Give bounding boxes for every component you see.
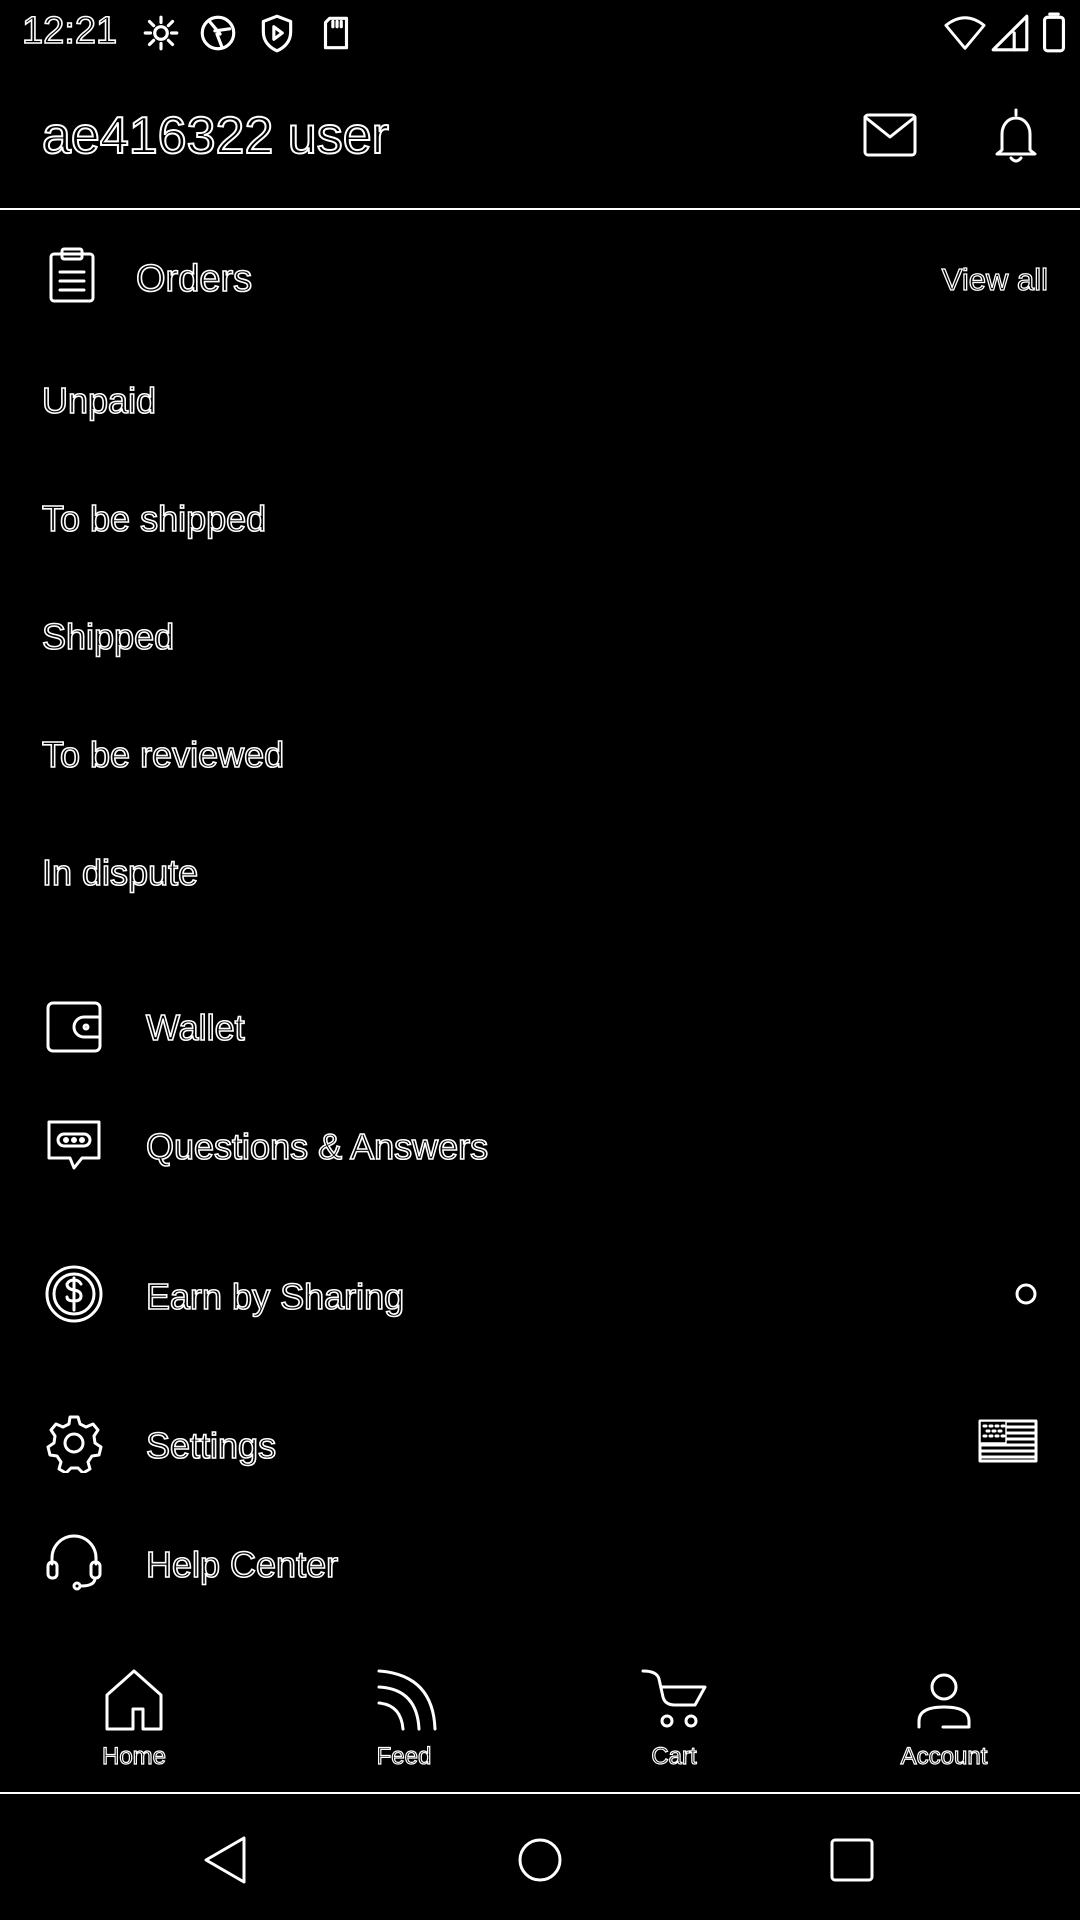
wallet-icon: [46, 1001, 102, 1053]
nav-home[interactable]: Home: [34, 1665, 234, 1785]
nav-label-home: Home: [101, 1742, 167, 1770]
menu-item-settings[interactable]: Settings: [0, 1393, 1080, 1493]
order-status-in-dispute[interactable]: In dispute: [41, 851, 199, 894]
menu-item-earn-by-sharing[interactable]: Earn by Sharing: [0, 1244, 1080, 1344]
clipboard-icon: [49, 247, 95, 303]
nav-feed[interactable]: Feed: [304, 1665, 504, 1785]
account-icon: [917, 1673, 971, 1729]
order-status-unpaid[interactable]: Unpaid: [41, 379, 157, 422]
view-all-link[interactable]: View all: [941, 261, 1049, 298]
chat-bubble-icon: [47, 1120, 101, 1170]
menu-item-questions-answers[interactable]: Questions & Answers: [0, 1094, 1080, 1194]
dollar-circle-icon: [45, 1265, 103, 1323]
menu-label-wallet: Wallet: [145, 1006, 245, 1049]
feed-icon: [377, 1669, 437, 1731]
sd-card-icon: [323, 16, 349, 50]
cart-icon: [641, 1669, 707, 1728]
menu-label-questions-answers: Questions & Answers: [145, 1125, 489, 1168]
menu-item-wallet[interactable]: Wallet: [0, 975, 1080, 1075]
recents-icon[interactable]: [822, 1830, 882, 1890]
menu-label-earn-by-sharing: Earn by Sharing: [145, 1275, 405, 1318]
us-flag-icon: [978, 1419, 1038, 1463]
notification-dot-icon: [1015, 1283, 1037, 1305]
nav-label-feed: Feed: [376, 1742, 432, 1770]
home-icon: [105, 1669, 163, 1731]
nav-label-account: Account: [900, 1742, 988, 1770]
bottom-nav-divider: [0, 1792, 1080, 1794]
gear-icon: [143, 15, 179, 51]
headset-icon: [46, 1534, 102, 1591]
order-status-to-be-shipped[interactable]: To be shipped: [41, 497, 267, 540]
nav-account[interactable]: Account: [844, 1665, 1044, 1785]
bell-icon[interactable]: [990, 106, 1042, 166]
menu-label-settings: Settings: [145, 1424, 277, 1467]
wifi-icon: [944, 16, 986, 50]
page-title: ae416322 user: [41, 106, 390, 166]
mail-icon[interactable]: [862, 112, 918, 158]
shutter-icon: [200, 15, 236, 51]
gear-icon: [46, 1415, 103, 1473]
menu-item-help-center[interactable]: Help Center: [0, 1512, 1080, 1612]
order-status-to-be-reviewed[interactable]: To be reviewed: [41, 733, 285, 776]
status-time: 12:21: [21, 9, 118, 53]
nav-label-cart: Cart: [651, 1742, 698, 1770]
nav-cart[interactable]: Cart: [574, 1665, 774, 1785]
orders-header: Orders View all: [0, 240, 1080, 320]
menu-label-help-center: Help Center: [145, 1543, 339, 1586]
orders-title: Orders: [135, 257, 253, 301]
battery-icon: [1042, 12, 1066, 53]
signal-icon: [991, 14, 1029, 52]
shield-play-icon: [261, 14, 293, 53]
order-status-shipped[interactable]: Shipped: [41, 615, 175, 658]
home-circle-icon[interactable]: [510, 1830, 570, 1890]
header-divider: [0, 208, 1080, 210]
back-icon[interactable]: [196, 1830, 256, 1890]
